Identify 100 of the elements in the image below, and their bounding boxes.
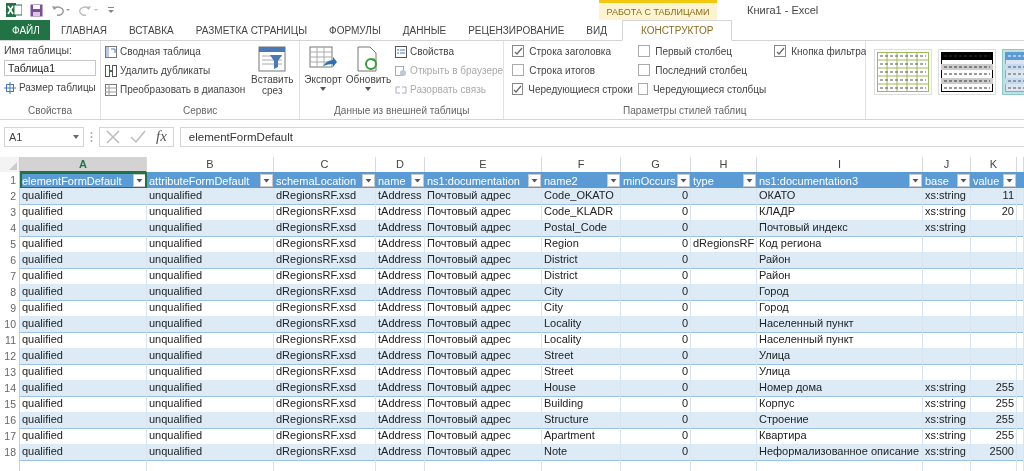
table-cell: 0 bbox=[621, 188, 691, 205]
table-cell: Строение bbox=[757, 412, 923, 429]
table-cell: 0 bbox=[621, 316, 691, 333]
column-letter[interactable]: A bbox=[20, 157, 147, 173]
table-cell: unqualified bbox=[147, 444, 274, 461]
filter-button[interactable] bbox=[957, 174, 970, 187]
table-style-thumbnail[interactable] bbox=[874, 49, 933, 95]
ribbon-tab[interactable]: ФАЙЛ bbox=[0, 20, 50, 40]
ribbon-button[interactable]: Экспорт bbox=[304, 44, 342, 105]
checkbox-label[interactable]: Чередующиеся строки bbox=[528, 83, 633, 95]
resize-icon bbox=[4, 81, 16, 94]
table-cell: tAddress bbox=[376, 252, 425, 269]
ribbon-button[interactable]: Сводная таблица bbox=[105, 44, 246, 59]
table-cell: tAddress bbox=[376, 220, 425, 237]
convert-range-icon bbox=[105, 83, 117, 96]
filter-button[interactable] bbox=[743, 174, 756, 187]
table-cell: 255 bbox=[971, 412, 1017, 429]
formula-input[interactable]: elementFormDefault bbox=[179, 126, 1024, 147]
table-style-thumbnail[interactable] bbox=[938, 49, 997, 95]
ribbon-button[interactable]: Свойства bbox=[395, 44, 504, 59]
filter-button[interactable] bbox=[528, 174, 541, 187]
filter-button[interactable] bbox=[607, 174, 620, 187]
table-cell: tAddress bbox=[376, 188, 425, 205]
insert-slicer-button[interactable]: Вставить срез bbox=[249, 44, 296, 105]
undo-icon[interactable] bbox=[51, 4, 71, 16]
table-cell: unqualified bbox=[147, 252, 274, 269]
table-cell: tAddress bbox=[376, 444, 425, 461]
table-cell: qualified bbox=[20, 348, 147, 365]
filter-button[interactable] bbox=[909, 174, 922, 187]
checkbox-label[interactable]: Строка заголовка bbox=[529, 45, 611, 57]
table-cell: xs:string bbox=[923, 220, 971, 237]
field-label: Имя таблицы: bbox=[4, 44, 73, 56]
save-icon[interactable] bbox=[30, 3, 43, 17]
group-label: Параметры стилей таблиц bbox=[622, 105, 748, 118]
table-cell: Неформализованное описание bbox=[757, 444, 923, 461]
ribbon-tab[interactable]: ДАННЫЕ bbox=[391, 20, 458, 40]
ribbon-tab[interactable]: РЕЦЕНЗИРОВАНИЕ bbox=[457, 20, 576, 40]
table-cell: tAddress bbox=[376, 412, 425, 429]
table-name-field[interactable]: Таблица1 bbox=[4, 60, 96, 76]
table-cell: qualified bbox=[20, 188, 147, 205]
ribbon-tab[interactable]: ВИД bbox=[575, 20, 618, 40]
corner-triangle-icon bbox=[9, 162, 17, 170]
checkbox[interactable] bbox=[638, 83, 648, 95]
column-title: value bbox=[973, 174, 1000, 187]
table-cell: unqualified bbox=[147, 316, 274, 333]
ribbon-tab[interactable]: РАЗМЕТКА СТРАНИЦЫ bbox=[184, 20, 319, 40]
checkbox-label[interactable]: Чередующиеся столбцы bbox=[652, 83, 767, 95]
table-cell: Почтовый адрес bbox=[425, 380, 542, 397]
table-cell: tAddress bbox=[376, 348, 425, 365]
column-title: ns1:documentation3 bbox=[759, 174, 859, 187]
table-cell: Почтовый адрес bbox=[425, 412, 542, 429]
table-cell: Code_OKATO bbox=[542, 188, 621, 205]
customize-icon[interactable] bbox=[107, 5, 115, 15]
checkbox[interactable] bbox=[512, 45, 525, 57]
table-cell: qualified bbox=[20, 380, 147, 397]
ribbon-button[interactable]: Обновить bbox=[345, 44, 392, 105]
checkbox[interactable] bbox=[512, 64, 525, 76]
checkbox[interactable] bbox=[774, 45, 787, 57]
column-title: attributeFormDefault bbox=[149, 174, 250, 187]
table-cell: 0 bbox=[621, 284, 691, 301]
table-cell: Почтовый адрес bbox=[425, 284, 542, 301]
filter-button[interactable] bbox=[362, 174, 375, 187]
checkbox-label[interactable]: Кнопка фильтра bbox=[791, 45, 867, 57]
checkbox[interactable] bbox=[638, 64, 651, 76]
ribbon-button[interactable]: Удалить дубликаты bbox=[105, 63, 246, 78]
table-cell: Street bbox=[542, 348, 621, 365]
table-cell: dRegionsRF.xsd bbox=[274, 316, 376, 333]
filter-button[interactable] bbox=[260, 174, 273, 187]
ribbon-tab[interactable]: ВСТАВКА bbox=[117, 20, 185, 40]
checkbox-label[interactable]: Последний столбец bbox=[655, 64, 748, 76]
resize-table-button[interactable]: Размер таблицы bbox=[4, 80, 96, 95]
table-cell: Район bbox=[757, 252, 923, 269]
filter-button[interactable] bbox=[133, 174, 146, 187]
column-title: name2 bbox=[544, 174, 578, 187]
caret-icon bbox=[320, 87, 327, 91]
insert-function-button[interactable]: fx bbox=[156, 128, 167, 145]
pivot-table-icon bbox=[105, 45, 117, 58]
ribbon-tab[interactable]: КОНСТРУКТОР bbox=[622, 20, 733, 41]
checkbox[interactable] bbox=[638, 45, 651, 57]
checkbox[interactable] bbox=[512, 83, 524, 95]
drag-handle-icon[interactable] bbox=[90, 130, 93, 143]
table-cell: 0 bbox=[621, 380, 691, 397]
ribbon-button[interactable]: Преобразовать в диапазон bbox=[105, 82, 246, 97]
properties-icon bbox=[395, 45, 408, 58]
column-title: ns1:documentation bbox=[427, 174, 520, 187]
table-cell: Улица bbox=[757, 348, 923, 365]
ribbon-tab[interactable]: ФОРМУЛЫ bbox=[318, 20, 392, 40]
table-cell: dRegionsRF.xsd bbox=[274, 444, 376, 461]
table-cell: dRegionsRF.xsd bbox=[274, 380, 376, 397]
table-cell: ОКАТО bbox=[757, 188, 923, 205]
table-cell: qualified bbox=[20, 252, 147, 269]
table-cell: unqualified bbox=[147, 412, 274, 429]
filter-button[interactable] bbox=[1003, 174, 1016, 187]
ribbon-tab[interactable]: ГЛАВНАЯ bbox=[50, 20, 118, 40]
name-box[interactable]: A1 bbox=[4, 126, 84, 147]
checkbox-label[interactable]: Первый столбец bbox=[655, 45, 732, 57]
filter-button[interactable] bbox=[677, 174, 690, 187]
checkbox-label[interactable]: Строка итогов bbox=[529, 64, 596, 76]
table-cell: Locality bbox=[542, 316, 621, 333]
filter-button[interactable] bbox=[411, 174, 424, 187]
